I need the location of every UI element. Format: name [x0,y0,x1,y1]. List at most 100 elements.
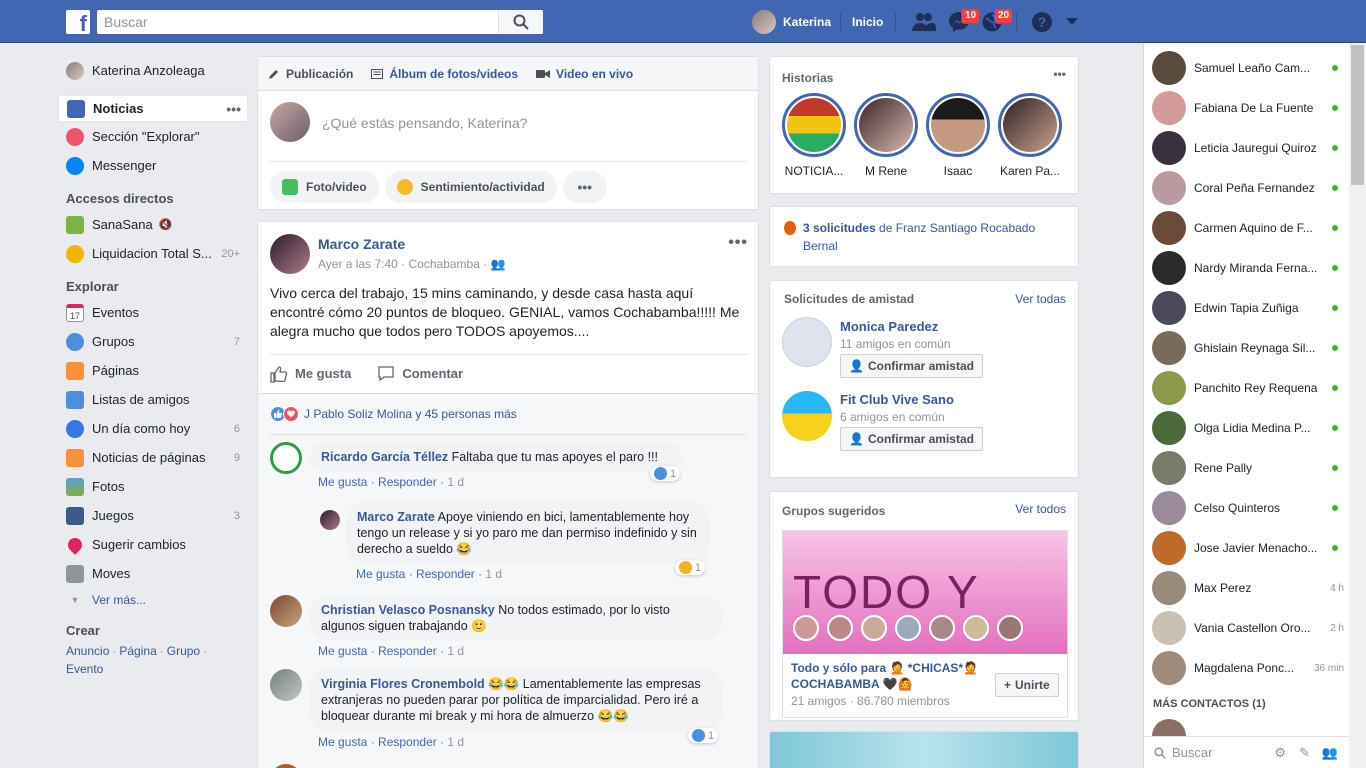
more-options-icon[interactable]: ••• [1053,67,1066,81]
avatar[interactable] [270,764,302,768]
comment-author[interactable]: Virginia Flores Cronembold [321,677,485,691]
search-input[interactable] [97,10,497,34]
chat-contact[interactable]: Max Perez 4 h [1152,568,1344,608]
comment-reply-link[interactable]: Responder [378,735,437,749]
chat-contact[interactable]: Carmen Aquino de F... [1152,208,1344,248]
create-page-link[interactable]: Página [119,644,156,658]
composer-placeholder[interactable]: ¿Qué estás pensando, Katerina? [322,115,527,131]
avatar[interactable] [320,510,340,530]
explore-item-games[interactable]: Juegos 3 [58,501,248,530]
comment-like-link[interactable]: Me gusta [356,567,405,581]
create-event-link[interactable]: Evento [66,662,103,676]
chat-contact[interactable]: Nardy Miranda Ferna... [1152,248,1344,288]
post-time[interactable]: Ayer a las 7:40 [318,257,398,271]
explore-item-photos[interactable]: Fotos [58,472,248,501]
post-author[interactable]: Marco Zarate [318,236,405,252]
home-link[interactable]: Inicio [852,0,883,43]
comment-reactions[interactable]: 1 [675,560,706,575]
chat-contact[interactable]: Panchito Rey Requena [1152,368,1344,408]
chat-contact[interactable]: Leticia Jauregui Quiroz [1152,128,1344,168]
create-group-icon[interactable]: 👥 [1322,745,1338,761]
explore-item-moves[interactable]: Moves [58,559,248,588]
comment-button[interactable]: Comentar [377,365,463,383]
nav-item-explore[interactable]: Sección "Explorar" [58,122,248,151]
shortcut-item[interactable]: SanaSana 🔇 [58,210,248,239]
story-item[interactable]: Isaac [926,93,990,178]
comment-reply-link[interactable]: Responder [378,475,437,489]
friend-requests-icon[interactable] [912,11,936,33]
post-location[interactable]: Cochabamba [409,257,480,271]
next-group-preview[interactable] [769,731,1079,768]
help-icon[interactable]: ? [1031,11,1055,33]
group-suggestion[interactable]: TODO Y Todo y sólo para 🤦 *CHICAS*🤦 COCH… [782,530,1068,718]
nav-item-messenger[interactable]: Messenger [58,151,248,180]
tab-post[interactable]: Publicación [268,67,353,81]
see-more-link[interactable]: ▼ Ver más... [58,588,248,612]
notifications-globe-icon[interactable]: 20 [981,8,1014,33]
create-ad-link[interactable]: Anuncio [66,644,109,658]
photo-video-button[interactable]: Foto/video [270,171,379,203]
gear-icon[interactable]: ⚙ [1274,745,1286,761]
mutual-friends[interactable]: 6 amigos en común [840,410,945,424]
scrollbar-thumb[interactable] [1351,45,1364,185]
explore-item-suggest-edits[interactable]: Sugerir cambios [58,530,248,559]
chat-contact[interactable]: Jose Javier Menacho... [1152,528,1344,568]
explore-item-pages-feed[interactable]: Noticias de páginas 9 [58,443,248,472]
comment-reply-link[interactable]: Responder [378,644,437,658]
chevron-down-icon[interactable] [1066,15,1090,37]
explore-item-memories[interactable]: Un día como hoy 6 [58,414,248,443]
comment-author[interactable]: Marco Zarate [357,510,435,524]
comment-like-link[interactable]: Me gusta [318,644,367,658]
contact-partial[interactable] [1152,719,1186,736]
comment-like-link[interactable]: Me gusta [318,475,367,489]
chat-contact[interactable]: Edwin Tapia Zuñiga [1152,288,1344,328]
search-button[interactable] [498,10,543,34]
request-name[interactable]: Monica Paredez [840,319,938,334]
group-name[interactable]: Todo y sólo para 🤦 *CHICAS*🤦 COCHABAMBA … [791,660,981,692]
page-scrollbar[interactable] [1349,43,1366,768]
mutual-friends[interactable]: 11 amigos en común [840,337,951,351]
tab-live-video[interactable]: Video en vivo [536,67,633,81]
avatar[interactable] [270,595,302,627]
feeling-activity-button[interactable]: Sentimiento/actividad [384,171,557,203]
avatar[interactable] [782,317,832,367]
comment-author[interactable]: Christian Velasco Posnansky [321,603,495,617]
like-button[interactable]: Me gusta [270,365,351,383]
composer-body[interactable]: ¿Qué estás pensando, Katerina? [258,91,758,157]
shortcut-item[interactable]: Liquidacion Total S... 20+ [58,239,248,268]
profile-link[interactable]: Katerina [752,0,831,43]
chat-contact[interactable]: Ghislain Reynaga Sil... [1152,328,1344,368]
see-all-link[interactable]: Ver todas [1015,292,1066,306]
explore-item-groups[interactable]: Grupos 7 [58,327,248,356]
chat-contact[interactable]: Fabiana De La Fuente [1152,88,1344,128]
avatar[interactable] [270,442,302,474]
comment-reply-link[interactable]: Responder [416,567,475,581]
avatar[interactable] [270,234,310,274]
avatar[interactable] [782,391,832,441]
chat-contact[interactable]: Coral Peña Fernandez [1152,168,1344,208]
comment-reactions[interactable]: 1 [650,466,681,481]
chat-contact[interactable]: Magdalena Ponc... 36 min [1152,648,1344,688]
more-options-icon[interactable]: ••• [728,234,748,252]
story-item[interactable]: NOTICIA... [782,93,846,178]
request-name[interactable]: Fit Club Vive Sano [840,392,954,407]
facebook-logo[interactable]: f [66,10,90,34]
nav-item-news-feed[interactable]: Noticias ••• [58,95,248,122]
chat-search-input[interactable] [1172,745,1272,760]
comment-reactions[interactable]: 1 [688,728,719,743]
confirm-request-button[interactable]: 👤 Confirmar amistad [840,427,983,451]
avatar[interactable] [270,669,302,701]
requests-notice-card[interactable]: 3 solicitudes de Franz Santiago Rocabado… [769,206,1079,267]
create-group-link[interactable]: Grupo [167,644,200,658]
chat-contact[interactable]: Celso Quinteros [1152,488,1344,528]
compose-icon[interactable]: ✎ [1299,745,1310,761]
nav-profile[interactable]: Katerina Anzoleaga [58,56,248,85]
chat-contact[interactable]: Rene Pally [1152,448,1344,488]
explore-item-pages[interactable]: Páginas [58,356,248,385]
more-options-icon[interactable]: ••• [226,101,241,117]
confirm-request-button[interactable]: 👤 Confirmar amistad [840,354,983,378]
join-group-button[interactable]: + Unirte [995,673,1059,697]
comment-like-link[interactable]: Me gusta [318,735,367,749]
reactions-summary[interactable]: J Pablo Soliz Molina y 45 personas más [270,406,517,422]
messenger-icon[interactable]: 10 [948,8,981,33]
